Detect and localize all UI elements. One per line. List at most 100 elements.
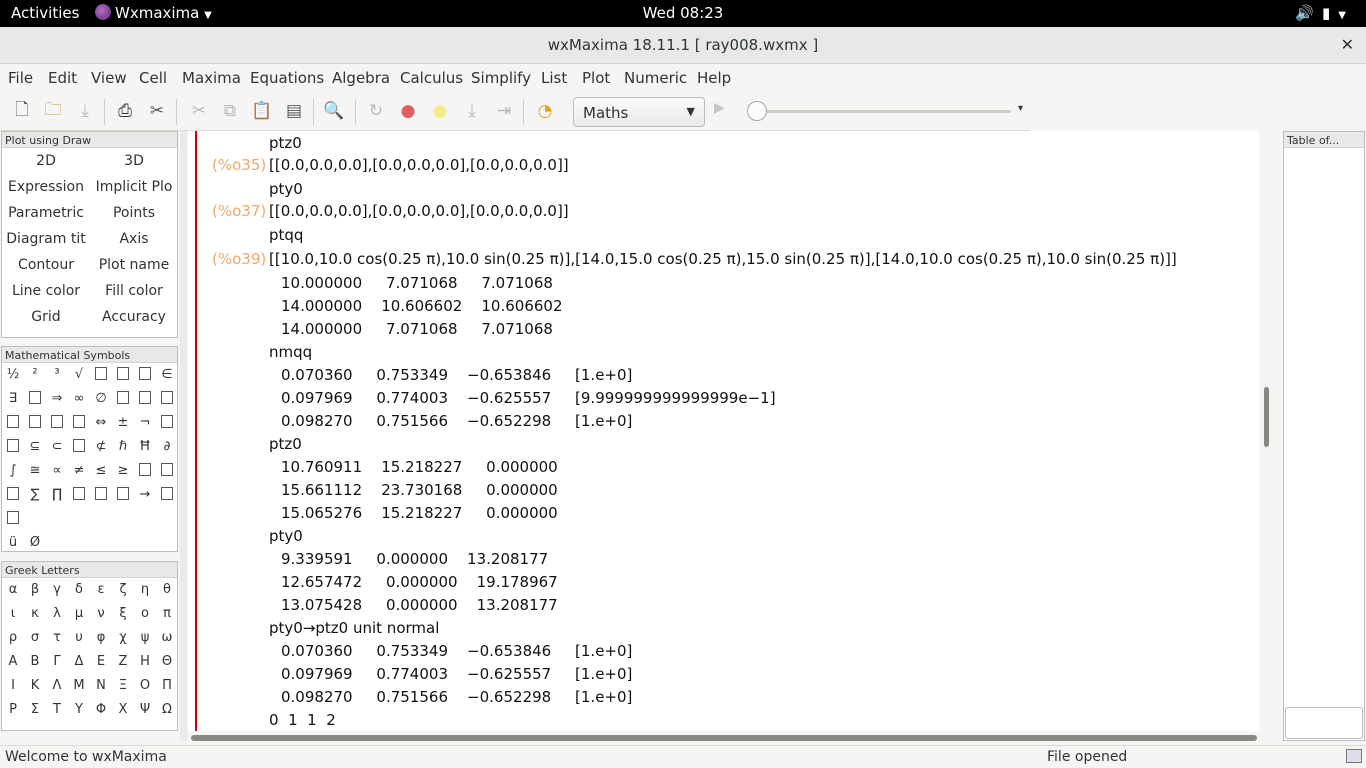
menu-algebra[interactable]: Algebra (332, 69, 390, 87)
menu-help[interactable]: Help (697, 69, 731, 87)
greek-letter-button[interactable]: η (134, 578, 156, 602)
math-symbol-button[interactable] (134, 363, 156, 387)
greek-letter-button[interactable]: Η (134, 650, 156, 674)
math-symbol-button[interactable]: ∅ (90, 387, 112, 411)
greek-letter-button[interactable]: σ (24, 626, 46, 650)
draw-button[interactable]: Parametric (2, 202, 90, 228)
math-symbol-button[interactable] (134, 387, 156, 411)
animation-slider[interactable]: ▾ (745, 100, 1023, 122)
greek-letter-button[interactable]: ν (90, 602, 112, 626)
math-symbol-button[interactable] (134, 459, 156, 483)
menu-simplify[interactable]: Simplify (471, 69, 531, 87)
greek-letter-button[interactable]: Β (24, 650, 46, 674)
greek-letter-button[interactable]: Α (2, 650, 24, 674)
draw-button[interactable]: 3D (90, 150, 178, 176)
math-symbol-button[interactable]: ∏ (46, 483, 68, 507)
math-symbol-button[interactable]: ¬ (134, 411, 156, 435)
math-symbol-button[interactable]: → (134, 483, 156, 507)
close-window-button[interactable]: ✕ (1341, 35, 1354, 54)
math-symbol-button[interactable]: ⇒ (46, 387, 68, 411)
menu-numeric[interactable]: Numeric (624, 69, 687, 87)
math-symbol-button[interactable] (2, 435, 24, 459)
greek-letter-button[interactable]: Θ (156, 650, 178, 674)
greek-letter-button[interactable]: Ψ (134, 698, 156, 722)
draw-button[interactable]: 2D (2, 150, 90, 176)
greek-letter-button[interactable]: φ (90, 626, 112, 650)
greek-letter-button[interactable]: δ (68, 578, 90, 602)
menu-view[interactable]: View (91, 69, 127, 87)
greek-letter-button[interactable]: Ο (134, 674, 156, 698)
greek-letter-button[interactable]: Μ (68, 674, 90, 698)
menu-maxima[interactable]: Maxima (182, 69, 241, 87)
math-symbol-button[interactable]: ² (24, 363, 46, 387)
greek-letter-button[interactable]: θ (156, 578, 178, 602)
cell-bracket[interactable] (195, 131, 197, 731)
math-symbol-button[interactable] (46, 411, 68, 435)
search-icon[interactable]: 🔍 (323, 100, 345, 122)
draw-button[interactable]: Implicit Plo (90, 176, 178, 202)
greek-letter-button[interactable]: ε (90, 578, 112, 602)
math-symbol-button[interactable]: √ (68, 363, 90, 387)
math-symbol-button[interactable] (90, 363, 112, 387)
draw-button[interactable]: Axis (90, 228, 178, 254)
greek-letter-button[interactable]: Φ (90, 698, 112, 722)
greek-letter-button[interactable]: Ω (156, 698, 178, 722)
vertical-scrollbar[interactable] (1262, 131, 1272, 731)
math-symbol-button[interactable]: ³ (46, 363, 68, 387)
math-symbol-button[interactable]: ∝ (46, 459, 68, 483)
greek-letter-button[interactable]: β (24, 578, 46, 602)
copy-output-icon[interactable]: ▤ (283, 100, 305, 122)
math-symbol-button[interactable] (68, 483, 90, 507)
greek-letter-button[interactable]: Γ (46, 650, 68, 674)
greek-letter-button[interactable]: Ι (2, 674, 24, 698)
menu-edit[interactable]: Edit (48, 69, 77, 87)
math-symbol-button[interactable] (24, 411, 46, 435)
math-symbol-button[interactable]: ⇔ (90, 411, 112, 435)
greek-letter-button[interactable]: Π (156, 674, 178, 698)
math-symbol-button[interactable] (156, 411, 178, 435)
follow-icon[interactable]: ● (429, 100, 451, 122)
slider-handle[interactable] (747, 101, 767, 121)
math-symbol-button[interactable]: ⊆ (24, 435, 46, 459)
greek-letter-button[interactable]: γ (46, 578, 68, 602)
math-symbol-button[interactable]: ⊂ (46, 435, 68, 459)
math-symbol-button[interactable] (68, 435, 90, 459)
open-file-icon[interactable]: 🗀 (42, 100, 64, 122)
greek-letter-button[interactable]: υ (68, 626, 90, 650)
math-symbol-button[interactable]: ∃ (2, 387, 24, 411)
greek-letter-button[interactable]: λ (46, 602, 68, 626)
math-symbol-button[interactable] (68, 411, 90, 435)
recent-icon[interactable]: ◔ (534, 100, 556, 122)
math-symbol-button[interactable]: Ø (24, 531, 46, 555)
greek-letter-button[interactable]: ζ (112, 578, 134, 602)
greek-letter-button[interactable]: Ν (90, 674, 112, 698)
greek-letter-button[interactable]: Σ (24, 698, 46, 722)
app-menu-button[interactable]: Wxmaxima ▼ (95, 4, 212, 22)
draw-button[interactable]: Diagram tit (2, 228, 90, 254)
math-symbol-button[interactable]: ∞ (68, 387, 90, 411)
math-symbol-button[interactable] (156, 459, 178, 483)
greek-letter-button[interactable]: Δ (68, 650, 90, 674)
worksheet[interactable]: ptz0 (%o35) [[0.0,0.0,0.0],[0.0,0.0,0.0],[… (188, 131, 1259, 731)
draw-button[interactable]: Line color (2, 280, 90, 306)
math-symbol-button[interactable]: ∈ (156, 363, 178, 387)
math-symbol-button[interactable]: ℏ (112, 435, 134, 459)
horizontal-scroll-thumb[interactable] (191, 735, 1257, 741)
greek-letter-button[interactable]: τ (46, 626, 68, 650)
math-symbol-button[interactable] (2, 507, 24, 531)
math-symbol-button[interactable] (112, 483, 134, 507)
greek-letter-button[interactable]: Χ (112, 698, 134, 722)
greek-letter-button[interactable]: κ (24, 602, 46, 626)
greek-letter-button[interactable]: Λ (46, 674, 68, 698)
greek-letter-button[interactable]: ξ (112, 602, 134, 626)
draw-button[interactable]: Contour (2, 254, 90, 280)
greek-letter-button[interactable]: ψ (134, 626, 156, 650)
toc-search-input[interactable] (1285, 707, 1363, 739)
greek-letter-button[interactable]: Ρ (2, 698, 24, 722)
greek-letter-button[interactable]: ρ (2, 626, 24, 650)
draw-button[interactable]: Fill color (90, 280, 178, 306)
math-symbol-button[interactable] (156, 483, 178, 507)
math-symbol-button[interactable]: ü (2, 531, 24, 555)
draw-button[interactable]: Grid (2, 306, 90, 332)
math-symbol-button[interactable] (112, 363, 134, 387)
